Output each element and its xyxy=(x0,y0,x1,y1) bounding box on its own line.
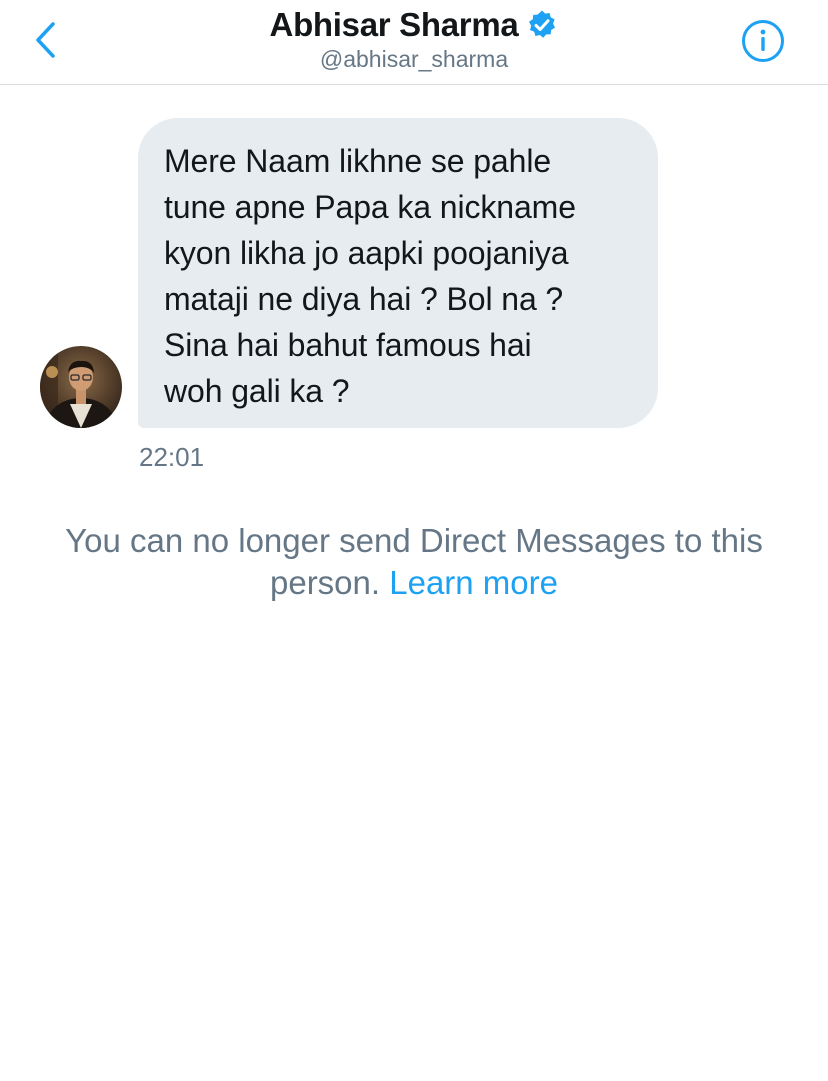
info-icon xyxy=(742,20,784,62)
conversation-info-button[interactable] xyxy=(741,19,785,63)
message-text: Mere Naam likhne se pahle tune apne Papa… xyxy=(164,143,576,409)
message-timestamp: 22:01 xyxy=(139,442,205,472)
contact-name: Abhisar Sharma xyxy=(269,6,519,43)
conversation-header: Abhisar Sharma @abhisar_sharma xyxy=(0,0,828,85)
verified-badge-icon xyxy=(526,9,558,41)
message-bubble[interactable]: Mere Naam likhne se pahle tune apne Papa… xyxy=(138,118,658,428)
title-row: Abhisar Sharma xyxy=(270,6,559,44)
contact-handle: @abhisar_sharma xyxy=(319,46,509,72)
avatar[interactable] xyxy=(40,346,122,428)
learn-more-link[interactable]: Learn more xyxy=(389,564,558,601)
dm-disabled-notice: You can no longer send Direct Messages t… xyxy=(0,520,828,604)
notice-text: You can no longer send Direct Messages t… xyxy=(65,522,763,601)
header-title-block[interactable]: Abhisar Sharma @abhisar_sharma xyxy=(0,6,828,73)
